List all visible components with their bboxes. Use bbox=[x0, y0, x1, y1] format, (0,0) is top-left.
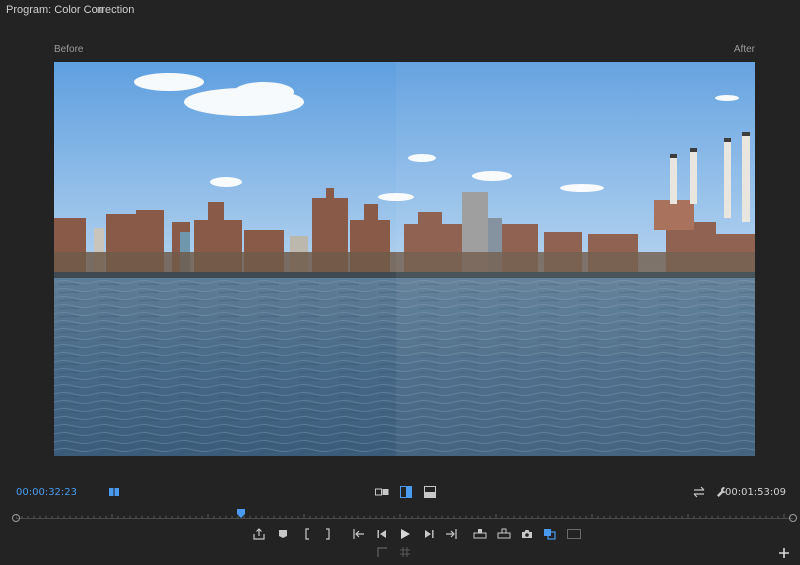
horizontal-split-view-icon[interactable] bbox=[423, 486, 437, 498]
export-frame-icon[interactable] bbox=[252, 528, 266, 540]
step-forward-icon[interactable] bbox=[422, 528, 436, 540]
side-by-side-view-icon[interactable] bbox=[375, 486, 389, 498]
grid-icon[interactable] bbox=[398, 546, 412, 558]
program-viewer[interactable] bbox=[54, 62, 755, 456]
after-label: After bbox=[733, 44, 755, 55]
panel-title: Program: Color Correction bbox=[6, 4, 135, 16]
swap-sides-icon[interactable] bbox=[692, 486, 706, 498]
go-to-out-icon[interactable] bbox=[444, 528, 458, 540]
extract-icon[interactable] bbox=[497, 528, 511, 540]
go-to-in-icon[interactable] bbox=[352, 528, 366, 540]
mark-out-icon[interactable] bbox=[321, 528, 335, 540]
add-marker-icon[interactable] bbox=[276, 528, 290, 540]
zoom-handle-right[interactable] bbox=[789, 514, 797, 522]
safe-margins-icon[interactable] bbox=[567, 528, 581, 540]
mark-in-icon[interactable] bbox=[300, 528, 314, 540]
play-icon[interactable] bbox=[398, 528, 412, 540]
current-timecode[interactable]: 00:00:32:23 bbox=[16, 487, 77, 498]
duration-timecode: 00:01:53:09 bbox=[724, 487, 786, 498]
split-view-icon[interactable] bbox=[399, 486, 413, 498]
video-frame-image bbox=[54, 62, 755, 456]
time-ruler[interactable] bbox=[16, 514, 793, 524]
lift-icon[interactable] bbox=[473, 528, 487, 540]
playhead[interactable] bbox=[237, 505, 246, 518]
step-back-icon[interactable] bbox=[375, 528, 389, 540]
in-out-marker-icon[interactable] bbox=[107, 486, 121, 498]
zoom-handle-left[interactable] bbox=[12, 514, 20, 522]
camera-icon[interactable] bbox=[520, 528, 534, 540]
comparison-view-icon[interactable] bbox=[543, 528, 557, 540]
before-label: Before bbox=[54, 44, 84, 55]
trim-icon[interactable] bbox=[375, 546, 389, 558]
panel-menu-icon[interactable]: ≡ bbox=[97, 3, 104, 17]
plus-icon[interactable] bbox=[777, 547, 791, 559]
